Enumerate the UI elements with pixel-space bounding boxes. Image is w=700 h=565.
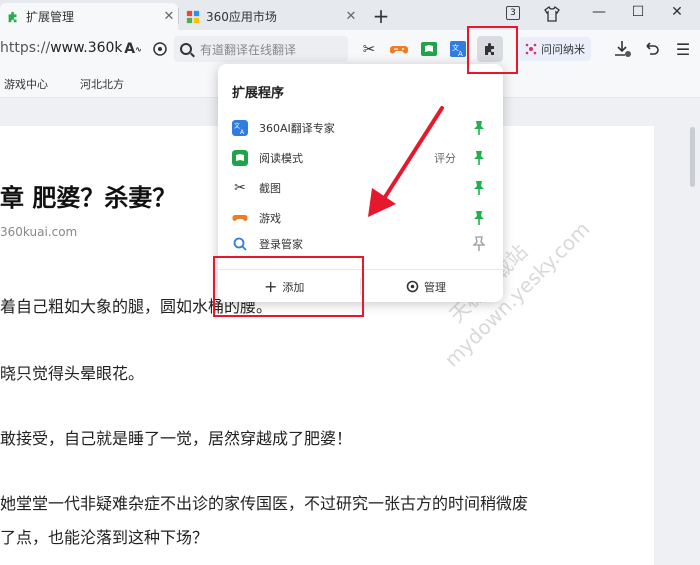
wenwen-nano-button[interactable]: 问问纳米 [519,37,591,61]
login-icon [233,237,247,251]
manage-label: 管理 [424,280,446,294]
address-bar[interactable]: https://www.360k [0,40,123,56]
tab-app-market[interactable]: 360应用市场 ✕ [180,3,360,30]
svg-text:A: A [458,50,463,58]
scrollbar-thumb[interactable] [690,127,695,187]
gear-icon [406,280,419,293]
article-paragraph: 晓只觉得头晕眼花。 [0,364,145,383]
tab-divider [178,8,179,24]
pin-icon[interactable] [472,180,486,196]
tab-bar: 扩展管理 ✕ 360应用市场 ✕ + 3 — ☐ ✕ [0,0,700,30]
article-paragraph: 了点，也能沦落到这种下场？ [0,528,209,547]
pin-icon[interactable] [472,210,486,226]
highlight-extensions-button [467,26,518,74]
gamepad-icon [232,215,248,221]
tab-count-badge[interactable]: 3 [506,6,520,20]
download-icon[interactable] [611,38,633,60]
puzzle-icon [8,11,17,22]
pin-icon[interactable] [472,120,486,136]
annotation-arrow-icon [368,106,444,217]
translate-page-icon[interactable] [149,38,171,60]
search-placeholder: 有道翻译在线翻译 [200,42,297,57]
bookmark-item[interactable]: 游戏中心 [4,76,48,92]
tab-title: 360应用市场 [206,10,277,24]
highlight-add-button [213,256,364,317]
pin-icon[interactable] [472,150,486,166]
extension-name: 登录管家 [259,238,303,251]
article-heading: 章 肥婆？杀妻？ [0,184,177,212]
scissors-icon: ✂ [234,180,246,196]
wenwen-label: 问问纳米 [541,43,585,56]
tab-extension-manager[interactable]: 扩展管理 ✕ [0,3,178,30]
reader-icon[interactable] [418,38,440,60]
maximize-button[interactable]: ☐ [627,4,649,20]
extension-name: 游戏 [259,212,281,225]
minimize-button[interactable]: — [588,4,610,20]
tshirt-icon[interactable] [543,5,561,23]
extension-name: 360AI翻译专家 [259,122,335,135]
article-paragraph: 敢接受，自己就是睡了一觉，居然穿越成了肥婆！ [0,429,353,448]
gamepad-icon[interactable] [388,38,410,60]
extension-name: 截图 [259,182,281,195]
menu-icon[interactable]: ☰ [672,38,694,60]
read-aloud-icon[interactable]: A ∿ [122,38,144,60]
app-market-icon [186,10,200,23]
url-protocol: https:// [0,40,51,56]
close-window-button[interactable]: ✕ [666,4,688,20]
search-box[interactable]: 有道翻译在线翻译 [174,36,348,62]
translate-icon: 文A [232,120,248,136]
translate-icon[interactable]: 文A [447,38,469,60]
extension-item-login-manager[interactable]: 登录管家 [218,233,503,255]
browser-window: 扩展管理 ✕ 360应用市场 ✕ + 3 — ☐ ✕ https://www.3… [0,0,700,565]
search-icon [180,43,192,55]
tab-title: 扩展管理 [26,10,75,24]
url-domain: www.360k [50,40,123,56]
scissors-icon[interactable]: ✂ [358,38,380,60]
pin-icon[interactable] [472,236,486,252]
address-toolbar: https://www.360k A ∿ 有道翻译在线翻译 ✂ 文A 问问纳米 ☰ [0,30,700,68]
popup-title: 扩展程序 [232,86,285,101]
wenwen-icon [525,43,537,55]
article-source: 360kuai.com [0,225,78,239]
extension-name: 阅读模式 [259,152,303,165]
undo-icon[interactable] [640,38,662,60]
article-paragraph: 她堂堂一代非疑难杂症不出诊的家传国医，不过研究一张古方的时间稍微废 [0,494,529,513]
bookmark-item[interactable]: 河北北方 [80,76,124,92]
tab-close-button[interactable]: ✕ [160,9,178,24]
reader-icon [232,150,248,166]
manage-extensions-button[interactable]: 管理 [406,270,446,302]
new-tab-button[interactable]: + [370,4,392,28]
tab-close-button[interactable]: ✕ [342,9,360,24]
